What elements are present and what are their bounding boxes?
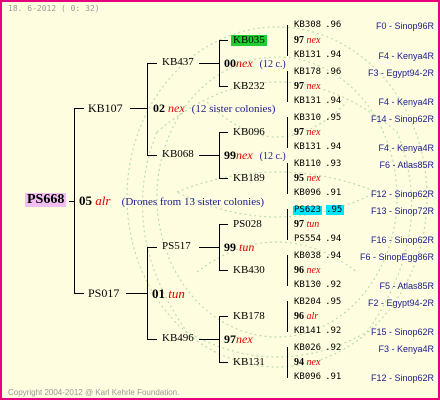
gen4-queen-3[interactable]: KB096 — [233, 127, 265, 138]
leaf-origin: F3 - Egypt94-2R — [367, 68, 434, 78]
connector — [219, 132, 228, 133]
gen3-mating-1: 00nex (12 c.) — [224, 56, 286, 70]
leaf-origin: F15 - Sinop62R — [370, 327, 434, 337]
leaf-origin: F2 - Egypt94-2R — [367, 298, 434, 308]
gen4-mating-6: 96 nex — [294, 265, 321, 276]
connector — [287, 301, 288, 332]
leaf-queen[interactable]: KB096.91 — [294, 189, 341, 198]
gen4-queen-7[interactable]: KB178 — [233, 311, 265, 322]
leaf-queen[interactable]: KB110.93 — [294, 160, 341, 169]
leaf-queen[interactable]: KB204.95 — [294, 298, 341, 307]
gen2-queen-2[interactable]: PS017 — [88, 287, 119, 299]
gen3-mating-3: 99 tun — [224, 240, 255, 254]
gen4-queen-1[interactable]: KB035 — [231, 35, 267, 46]
connector — [219, 316, 228, 317]
leaf-origin: F4 - Kenya4R — [378, 97, 434, 107]
connector — [199, 155, 220, 156]
gen4-queen-6[interactable]: KB430 — [233, 265, 265, 276]
connector — [147, 247, 157, 248]
leaf-origin: F12 - Sinop62R — [370, 189, 434, 199]
leaf-queen[interactable]: KB130.92 — [294, 281, 341, 290]
leaf-origin: F5 - Atlas85R — [379, 281, 434, 291]
connector — [219, 178, 228, 179]
connector — [126, 293, 148, 294]
connector — [199, 339, 220, 340]
leaf-origin: F6 - SinopEgg86R — [359, 252, 434, 262]
leaf-origin: F4 - Kenya4R — [378, 143, 434, 153]
connector — [219, 224, 228, 225]
root-queen-id[interactable]: PS668 — [25, 193, 67, 207]
gen2-queen-1[interactable]: KB107 — [88, 102, 123, 114]
gen2-mating-1: 02 nex (12 sister colonies) — [153, 101, 276, 115]
connector — [74, 108, 84, 109]
leaf-origin: F12 - Sinop62R — [370, 373, 434, 383]
connector — [147, 63, 157, 64]
gen1-mating-1: 05 alr (Drones from 13 sister colonies) — [79, 193, 265, 208]
gen3-queen-2[interactable]: KB068 — [162, 149, 194, 160]
leaf-queen[interactable]: KB131.94 — [294, 143, 341, 152]
connector — [287, 117, 288, 148]
leaf-queen[interactable]: KB131.94 — [294, 51, 341, 60]
leaf-queen[interactable]: KB096.91 — [294, 373, 341, 382]
gen3-queen-4[interactable]: KB496 — [162, 333, 194, 344]
leaf-queen[interactable]: KB026.92 — [294, 344, 341, 353]
connector — [147, 339, 157, 340]
gen1-mating-2: 01 tun — [152, 286, 185, 301]
gen4-queen-4[interactable]: KB189 — [233, 173, 265, 184]
leaf-origin: F0 - Sinop96R — [375, 21, 434, 31]
connector — [199, 247, 220, 248]
gen4-queen-2[interactable]: KB232 — [233, 81, 265, 92]
leaf-queen-highlighted[interactable]: PS623.95 — [293, 205, 345, 215]
date-stamp: 18. 6-2012 ( 0: 32) — [8, 4, 100, 13]
leaf-queen[interactable]: KB308.96 — [294, 21, 341, 30]
leaf-queen[interactable]: KB310.95 — [294, 114, 341, 123]
connector — [199, 63, 220, 64]
connector — [287, 347, 288, 378]
connector — [219, 40, 228, 41]
gen4-mating-2: 97 nex — [294, 81, 321, 92]
connector — [287, 163, 288, 194]
connector — [147, 155, 157, 156]
connector — [130, 108, 148, 109]
leaf-origin: F4 - Kenya4R — [378, 51, 434, 61]
gen4-mating-7: 96 alr — [294, 311, 319, 322]
gen4-mating-5: 97 tun — [294, 219, 320, 230]
connector — [74, 293, 84, 294]
leaf-origin: F14 - Sinop62R — [370, 114, 434, 124]
connector — [69, 201, 75, 202]
leaf-origin: F6 - Atlas85R — [379, 160, 434, 170]
gen4-queen-5[interactable]: PS028 — [233, 219, 262, 230]
gen4-mating-8: 94 nex — [294, 357, 321, 368]
connector — [287, 25, 288, 56]
gen3-mating-2: 99nex (12 c.) — [224, 148, 286, 162]
gen4-mating-3: 97 nex — [294, 127, 321, 138]
copyright: Copyright 2004-2012 @ Karl Kehrle Founda… — [8, 388, 180, 397]
gen3-queen-1[interactable]: KB437 — [162, 57, 194, 68]
leaf-origin: F3 - Kenya4R — [378, 344, 434, 354]
pedigree-frame: { "header": {"date": "18. 6-2012 ( 0: 32… — [0, 0, 440, 400]
leaf-queen[interactable]: KB038.94 — [294, 252, 341, 261]
connector — [219, 86, 228, 87]
connector — [287, 71, 288, 102]
connector — [219, 270, 228, 271]
connector — [147, 63, 148, 156]
leaf-queen[interactable]: KB178.96 — [294, 68, 341, 77]
gen3-queen-3[interactable]: PS517 — [162, 241, 191, 252]
connector — [287, 209, 288, 240]
gen4-queen-8[interactable]: KB131 — [233, 357, 265, 368]
leaf-origin: F13 - Sinop72R — [370, 206, 434, 216]
leaf-queen[interactable]: PS554.94 — [294, 235, 341, 244]
leaf-origin: F16 - Sinop62R — [370, 235, 434, 245]
connector — [287, 255, 288, 286]
connector — [219, 362, 228, 363]
gen3-mating-4: 97nex — [224, 332, 253, 346]
gen4-mating-4: 95 nex — [294, 173, 321, 184]
leaf-queen[interactable]: KB131.94 — [294, 97, 341, 106]
leaf-queen[interactable]: KB141.92 — [294, 327, 341, 336]
gen4-mating-1: 97 nex — [294, 35, 321, 46]
